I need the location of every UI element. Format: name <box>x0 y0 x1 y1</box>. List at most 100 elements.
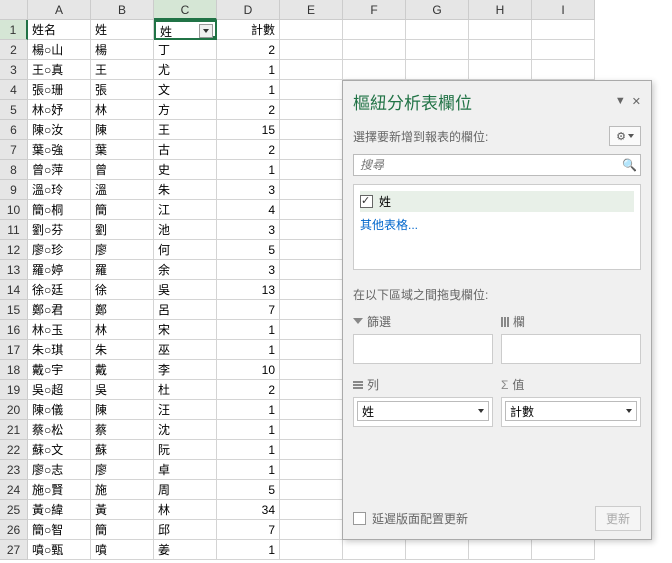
cell[interactable]: 13 <box>217 280 280 300</box>
column-header[interactable]: I <box>532 0 595 20</box>
cell[interactable]: 黃○緯 <box>28 500 91 520</box>
cell[interactable]: 陳 <box>91 120 154 140</box>
cell[interactable]: 林 <box>91 320 154 340</box>
defer-layout-checkbox[interactable]: 延遲版面配置更新 <box>353 510 587 527</box>
cell[interactable]: 姓 <box>91 20 154 40</box>
cell[interactable]: 蘇○文 <box>28 440 91 460</box>
cell[interactable] <box>280 380 343 400</box>
cell[interactable] <box>469 40 532 60</box>
cell[interactable]: 汪 <box>154 400 217 420</box>
cell[interactable] <box>280 100 343 120</box>
cell[interactable]: 廖○志 <box>28 460 91 480</box>
cell[interactable]: 林○妤 <box>28 100 91 120</box>
cell[interactable]: 何 <box>154 240 217 260</box>
row-header[interactable]: 8 <box>0 160 28 180</box>
cell[interactable] <box>406 40 469 60</box>
cell[interactable]: 1 <box>217 80 280 100</box>
cell[interactable]: 劉○芬 <box>28 220 91 240</box>
cell[interactable]: 杜 <box>154 380 217 400</box>
cell[interactable] <box>280 540 343 560</box>
cell[interactable]: 1 <box>217 320 280 340</box>
cell[interactable]: 林 <box>154 500 217 520</box>
cell[interactable]: 戴 <box>91 360 154 380</box>
cell[interactable] <box>469 20 532 40</box>
row-header[interactable]: 10 <box>0 200 28 220</box>
cell[interactable]: 廖○珍 <box>28 240 91 260</box>
cell[interactable] <box>280 320 343 340</box>
cell[interactable]: 方 <box>154 100 217 120</box>
cell[interactable] <box>406 20 469 40</box>
cell[interactable] <box>280 500 343 520</box>
cell[interactable]: 沈 <box>154 420 217 440</box>
cell[interactable] <box>280 260 343 280</box>
cell[interactable]: 曾○萍 <box>28 160 91 180</box>
row-header[interactable]: 7 <box>0 140 28 160</box>
cell[interactable]: 戴○宇 <box>28 360 91 380</box>
row-header[interactable]: 17 <box>0 340 28 360</box>
cell[interactable]: 卓 <box>154 460 217 480</box>
column-header[interactable]: H <box>469 0 532 20</box>
row-header[interactable]: 27 <box>0 540 28 560</box>
cell[interactable]: 羅○婷 <box>28 260 91 280</box>
cell[interactable]: 王 <box>91 60 154 80</box>
values-area-box[interactable]: 計數 <box>501 397 641 427</box>
column-header[interactable]: G <box>406 0 469 20</box>
column-header[interactable]: A <box>28 0 91 20</box>
cell[interactable] <box>280 520 343 540</box>
cell[interactable]: 古 <box>154 140 217 160</box>
cell[interactable]: 施○賢 <box>28 480 91 500</box>
cell[interactable]: 葉○強 <box>28 140 91 160</box>
cell[interactable]: 王 <box>154 120 217 140</box>
cell[interactable]: 2 <box>217 100 280 120</box>
cell[interactable] <box>532 20 595 40</box>
cell[interactable]: 溫 <box>91 180 154 200</box>
cell[interactable] <box>280 440 343 460</box>
cell[interactable]: 1 <box>217 440 280 460</box>
columns-area-box[interactable] <box>501 334 641 364</box>
cell[interactable] <box>280 480 343 500</box>
row-header[interactable]: 23 <box>0 460 28 480</box>
cell[interactable]: 1 <box>217 400 280 420</box>
field-item[interactable]: 姓 <box>360 191 634 212</box>
cell[interactable]: 丁 <box>154 40 217 60</box>
gear-button[interactable] <box>609 126 641 146</box>
row-header[interactable]: 15 <box>0 300 28 320</box>
cell[interactable]: 李 <box>154 360 217 380</box>
row-header[interactable]: 2 <box>0 40 28 60</box>
cell[interactable] <box>280 300 343 320</box>
cell[interactable]: 7 <box>217 520 280 540</box>
cell[interactable] <box>532 540 595 560</box>
cell[interactable]: 徐 <box>91 280 154 300</box>
cell[interactable]: 5 <box>217 480 280 500</box>
cell[interactable] <box>343 40 406 60</box>
field-checkbox[interactable] <box>360 195 373 208</box>
cell[interactable]: 廖 <box>91 460 154 480</box>
cell[interactable]: 巫 <box>154 340 217 360</box>
row-header[interactable]: 1 <box>0 20 28 40</box>
row-header[interactable]: 9 <box>0 180 28 200</box>
search-input[interactable] <box>353 154 641 176</box>
cell[interactable] <box>532 40 595 60</box>
row-header[interactable]: 11 <box>0 220 28 240</box>
cell[interactable] <box>280 200 343 220</box>
row-header[interactable]: 18 <box>0 360 28 380</box>
cell[interactable]: 噴 <box>91 540 154 560</box>
column-header[interactable]: C <box>154 0 217 20</box>
cell[interactable]: 楊○山 <box>28 40 91 60</box>
cell[interactable]: 羅 <box>91 260 154 280</box>
cell[interactable] <box>343 60 406 80</box>
row-header[interactable]: 3 <box>0 60 28 80</box>
cell[interactable]: 陳 <box>91 400 154 420</box>
cell[interactable]: 陳○汝 <box>28 120 91 140</box>
cell[interactable] <box>280 120 343 140</box>
cell[interactable]: 姓名 <box>28 20 91 40</box>
cell[interactable] <box>280 60 343 80</box>
column-header[interactable]: F <box>343 0 406 20</box>
cell[interactable]: 鄭○君 <box>28 300 91 320</box>
cell[interactable]: 3 <box>217 180 280 200</box>
cell[interactable]: 1 <box>217 540 280 560</box>
cell[interactable]: 姓 <box>154 20 217 40</box>
row-header[interactable]: 22 <box>0 440 28 460</box>
row-header[interactable]: 19 <box>0 380 28 400</box>
cell[interactable] <box>280 400 343 420</box>
